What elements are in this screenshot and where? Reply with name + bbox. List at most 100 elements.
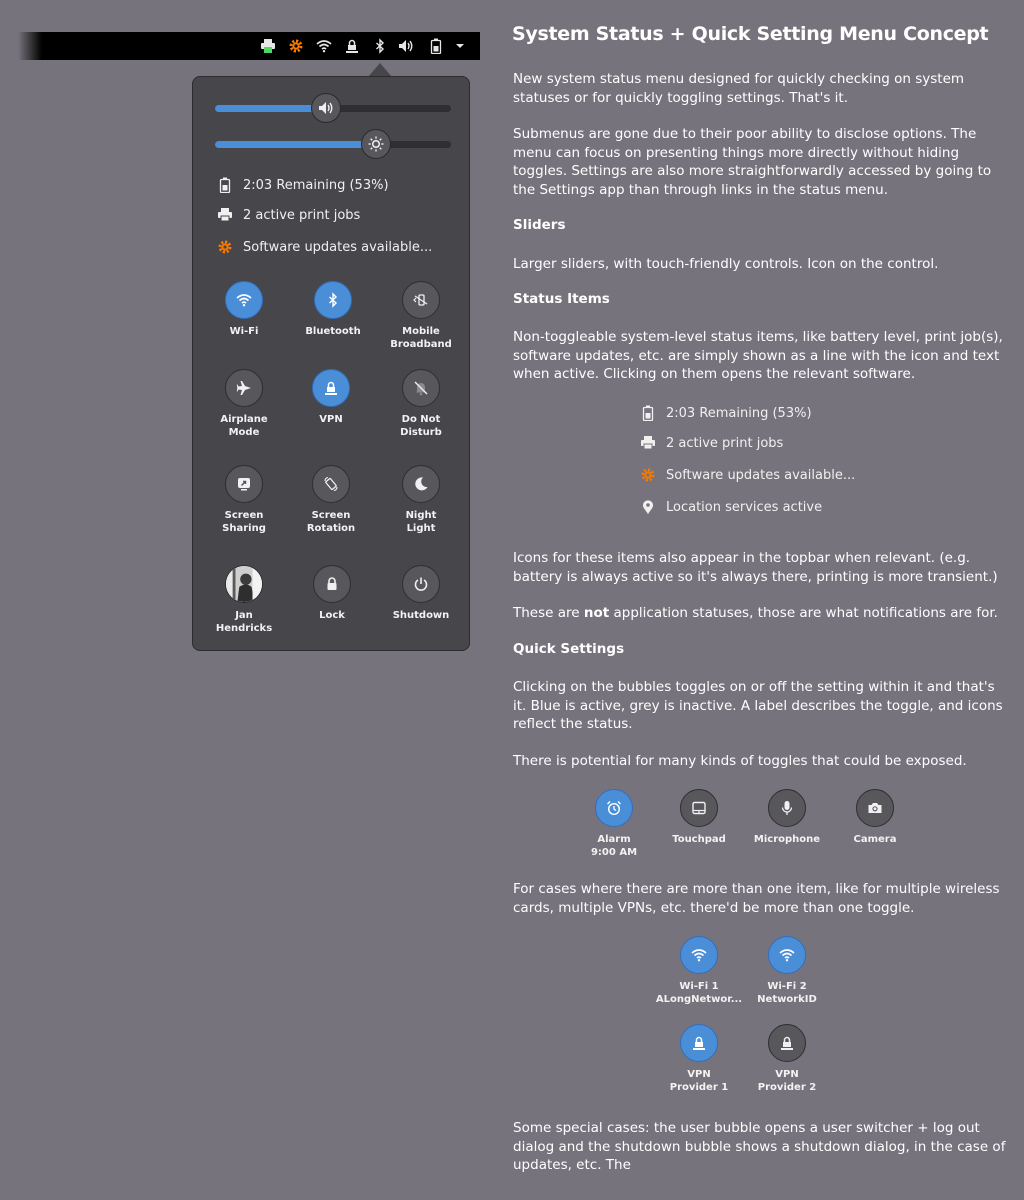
toggle-bubble[interactable] bbox=[402, 369, 440, 407]
special-cases-paragraph: Some special cases: the user bubble open… bbox=[513, 1120, 1006, 1173]
toggle-bubble[interactable] bbox=[856, 789, 894, 827]
toggle-shutdown[interactable]: Shutdown bbox=[376, 565, 466, 622]
battery-icon bbox=[217, 177, 233, 193]
toggle-label: Shutdown bbox=[392, 610, 450, 621]
toggle-bubble[interactable] bbox=[595, 789, 633, 827]
example-status-label: Software updates available... bbox=[666, 467, 856, 483]
toggle-bubble[interactable] bbox=[313, 565, 351, 603]
wifi-icon bbox=[691, 947, 707, 963]
toggle-vpn[interactable]: VPN bbox=[286, 369, 376, 426]
bluetooth-icon[interactable] bbox=[371, 37, 389, 55]
screen-rotation-icon bbox=[323, 476, 339, 492]
location-icon bbox=[640, 499, 656, 515]
toggle-do-not-disturb[interactable]: Do Not Disturb bbox=[376, 369, 466, 439]
toggle-lock[interactable]: Lock bbox=[287, 565, 377, 622]
software-update-icon bbox=[640, 467, 656, 483]
toggle-bubble[interactable] bbox=[312, 369, 350, 407]
brightness-slider-fill bbox=[215, 141, 376, 148]
mobile-broadband-icon bbox=[413, 292, 429, 308]
toggle-bubble[interactable] bbox=[402, 465, 440, 503]
toggle-mobile-broadband[interactable]: Mobile Broadband bbox=[376, 281, 466, 351]
not-statuses-text: These are bbox=[513, 605, 584, 621]
toggle-label: Screen Sharing bbox=[222, 510, 266, 534]
example-toggle-touchpad[interactable]: Touchpad bbox=[654, 789, 744, 846]
toggle-bubble[interactable] bbox=[402, 281, 440, 319]
toggle-bubble[interactable] bbox=[680, 936, 718, 974]
toggle-wifi[interactable]: Wi-Fi bbox=[199, 281, 289, 338]
example-status-label: 2 active print jobs bbox=[666, 435, 784, 451]
example-toggle-camera[interactable]: Camera bbox=[830, 789, 920, 846]
sliders-paragraph: Larger sliders, with touch-friendly cont… bbox=[513, 256, 939, 272]
toggle-bubble[interactable] bbox=[768, 1024, 806, 1062]
volume-icon bbox=[318, 100, 334, 116]
toggle-bubble[interactable] bbox=[225, 369, 263, 407]
example-toggle-vpn-1[interactable]: VPN Provider 1 bbox=[654, 1024, 744, 1094]
software-updates-status-item[interactable]: Software updates available... bbox=[217, 237, 432, 257]
toggle-screen-rotation[interactable]: Screen Rotation bbox=[286, 465, 376, 535]
brightness-slider[interactable] bbox=[215, 129, 451, 159]
status-items-heading: Status Items bbox=[513, 291, 610, 307]
page-title: System Status + Quick Setting Menu Conce… bbox=[512, 23, 989, 45]
toggle-bubble[interactable] bbox=[768, 789, 806, 827]
not-statuses-paragraph: These are not application statuses, thos… bbox=[513, 604, 1008, 623]
airplane-icon bbox=[236, 380, 252, 396]
toggle-label: Wi-Fi 2 NetworkID bbox=[757, 981, 817, 1005]
software-update-icon[interactable] bbox=[287, 37, 305, 55]
toggle-night-light[interactable]: Night Light bbox=[376, 465, 466, 535]
potential-paragraph: There is potential for many kinds of tog… bbox=[513, 753, 967, 769]
user-avatar[interactable] bbox=[225, 565, 263, 603]
toggle-bluetooth[interactable]: Bluetooth bbox=[288, 281, 378, 338]
menu-pointer bbox=[368, 63, 392, 77]
example-toggle-vpn-2[interactable]: VPN Provider 2 bbox=[742, 1024, 832, 1094]
print-jobs-status-item[interactable]: 2 active print jobs bbox=[217, 205, 360, 225]
example-battery-status: 2:03 Remaining (53%) bbox=[640, 403, 812, 423]
sliders-heading: Sliders bbox=[513, 217, 566, 233]
toggle-screen-sharing[interactable]: Screen Sharing bbox=[199, 465, 289, 535]
toggle-bubble[interactable] bbox=[402, 565, 440, 603]
wifi-icon bbox=[236, 292, 252, 308]
vpn-icon[interactable] bbox=[343, 37, 361, 55]
system-status-menu: 2:03 Remaining (53%) 2 active print jobs… bbox=[192, 76, 470, 651]
brightness-icon bbox=[368, 136, 384, 152]
toggle-airplane-mode[interactable]: Airplane Mode bbox=[199, 369, 289, 439]
volume-slider[interactable] bbox=[215, 93, 451, 123]
toggle-bubble[interactable] bbox=[314, 281, 352, 319]
example-toggle-wifi-1[interactable]: Wi-Fi 1 ALongNetwor... bbox=[654, 936, 744, 1006]
volume-icon[interactable] bbox=[397, 37, 415, 55]
example-toggle-alarm[interactable]: Alarm 9:00 AM bbox=[569, 789, 659, 859]
vpn-icon bbox=[779, 1035, 795, 1051]
toggle-bubble[interactable] bbox=[680, 1024, 718, 1062]
camera-icon bbox=[867, 800, 883, 816]
example-toggle-wifi-2[interactable]: Wi-Fi 2 NetworkID bbox=[742, 936, 832, 1006]
bluetooth-icon bbox=[325, 292, 341, 308]
battery-icon[interactable] bbox=[427, 37, 445, 55]
toggle-label: Mobile Broadband bbox=[390, 326, 452, 350]
volume-slider-knob[interactable] bbox=[311, 93, 341, 123]
toggle-bubble[interactable] bbox=[768, 936, 806, 974]
toggle-user[interactable]: Jan Hendricks bbox=[199, 565, 289, 635]
toggle-label: Lock bbox=[319, 610, 345, 621]
toggle-label: Camera bbox=[853, 834, 897, 845]
brightness-slider-knob[interactable] bbox=[361, 129, 391, 159]
toggle-label: Night Light bbox=[405, 510, 437, 534]
printer-icon[interactable] bbox=[259, 37, 277, 55]
example-toggle-microphone[interactable]: Microphone bbox=[742, 789, 832, 846]
example-status-label: Location services active bbox=[666, 499, 823, 515]
wifi-icon[interactable] bbox=[315, 37, 333, 55]
toggle-bubble[interactable] bbox=[225, 465, 263, 503]
toggle-bubble[interactable] bbox=[225, 281, 263, 319]
battery-status-item[interactable]: 2:03 Remaining (53%) bbox=[217, 175, 389, 195]
toggle-bubble[interactable] bbox=[680, 789, 718, 827]
toggle-bubble[interactable] bbox=[312, 465, 350, 503]
toggle-label: Wi-Fi 1 ALongNetwor... bbox=[655, 981, 743, 1005]
touchpad-icon bbox=[691, 800, 707, 816]
microphone-icon bbox=[779, 800, 795, 816]
submenus-paragraph: Submenus are gone due to their poor abil… bbox=[513, 126, 992, 198]
printer-icon bbox=[217, 207, 233, 223]
dropdown-arrow-icon[interactable] bbox=[451, 37, 469, 55]
screen-sharing-icon bbox=[236, 476, 252, 492]
vpn-icon bbox=[691, 1035, 707, 1051]
example-updates-status: Software updates available... bbox=[640, 465, 855, 485]
wifi-icon bbox=[779, 947, 795, 963]
toggle-label: Do Not Disturb bbox=[400, 414, 442, 438]
